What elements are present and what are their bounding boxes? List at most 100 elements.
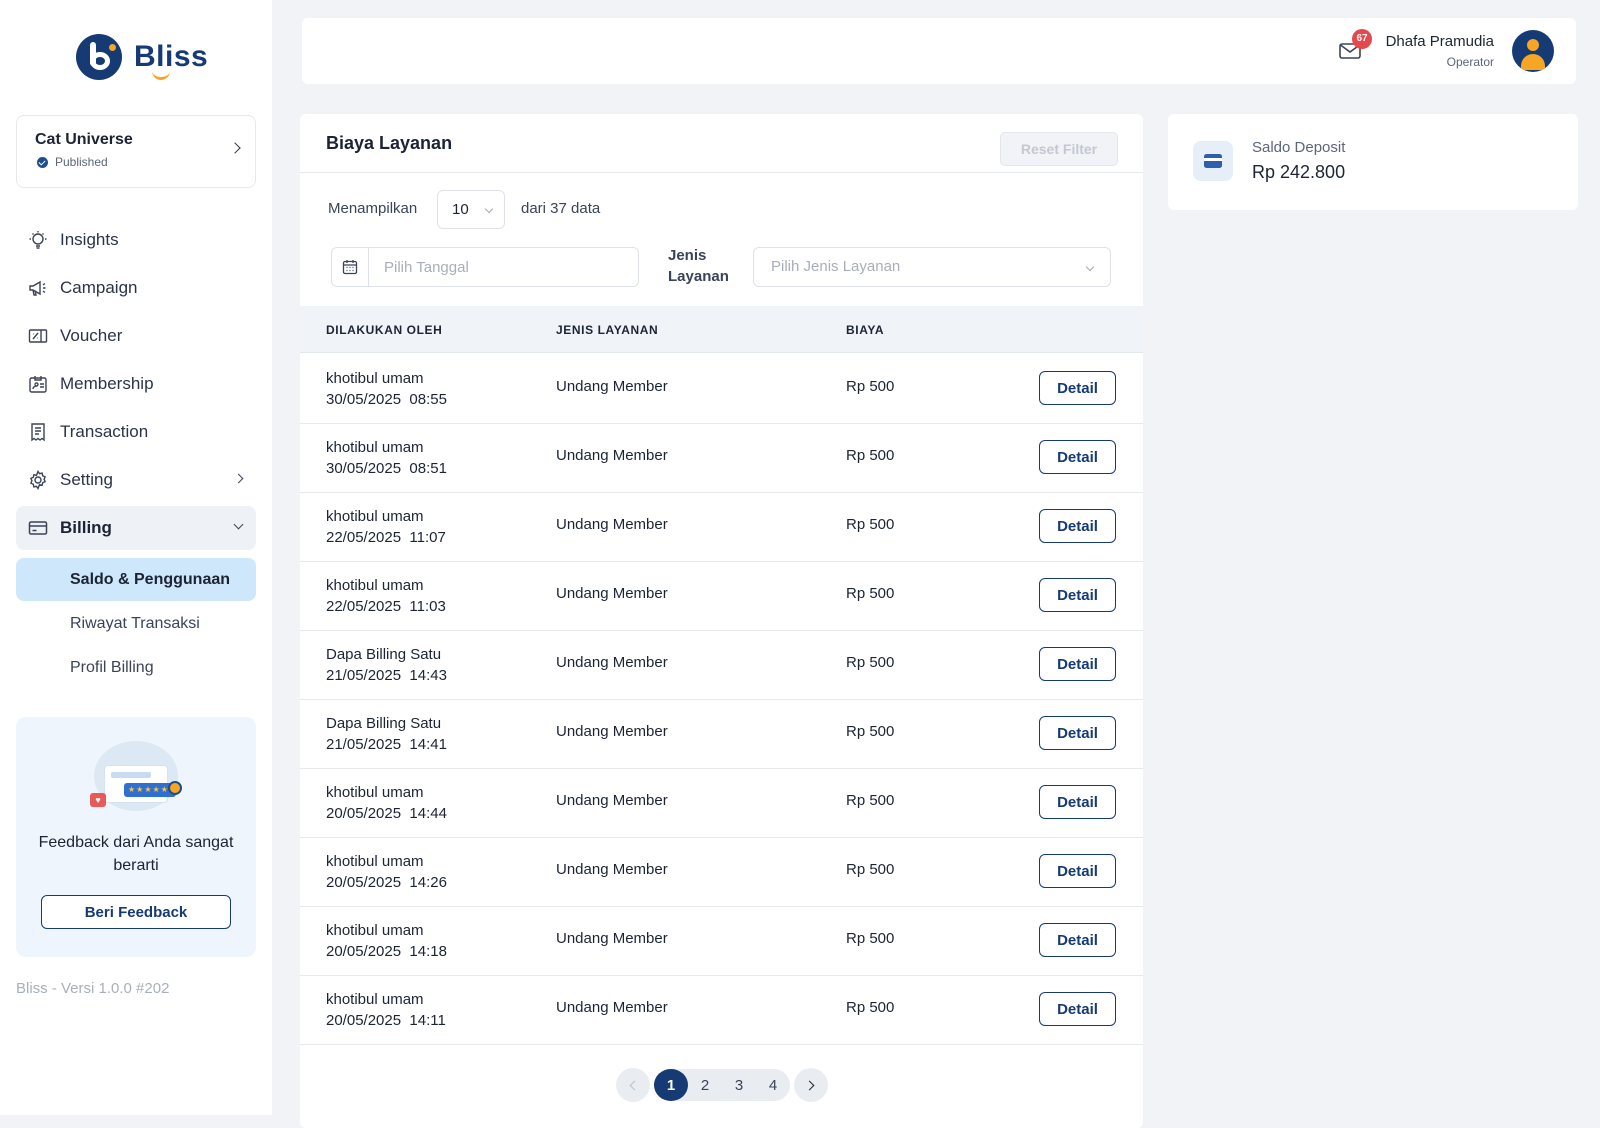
chevron-down-icon <box>1085 262 1095 272</box>
detail-button[interactable]: Detail <box>1039 509 1116 543</box>
sidebar-item-billing[interactable]: Billing <box>16 506 256 550</box>
detail-button[interactable]: Detail <box>1039 440 1116 474</box>
detail-button[interactable]: Detail <box>1039 716 1116 750</box>
performed-at-datetime: 20/05/2025 14:18 <box>326 943 447 960</box>
sidebar-item-campaign[interactable]: Campaign <box>16 266 256 310</box>
performed-by-cell: khotibul umam 22/05/2025 11:07 <box>326 506 446 548</box>
page-button-1[interactable]: 1 <box>654 1069 688 1101</box>
sidebar-subitem-riwayat-transaksi[interactable]: Riwayat Transaksi <box>16 602 256 645</box>
performed-by-name: Dapa Billing Satu <box>326 646 442 663</box>
give-feedback-button[interactable]: Beri Feedback <box>41 895 231 929</box>
date-input[interactable] <box>370 248 636 286</box>
performed-at-datetime: 22/05/2025 11:03 <box>326 598 446 615</box>
sidebar-item-membership[interactable]: Membership <box>16 362 256 406</box>
table-row: khotibul umam 30/05/2025 08:51 Undang Memb… <box>300 423 1143 493</box>
page-button-3[interactable]: 3 <box>722 1069 756 1101</box>
table-row: khotibul umam 20/05/2025 14:11 Undang Memb… <box>300 975 1143 1045</box>
chevron-right-icon <box>233 473 244 484</box>
page-numbers: 1 2 3 4 <box>654 1069 790 1101</box>
deposit-balance-card: Saldo Deposit Rp 242.800 <box>1168 114 1578 210</box>
sidebar-item-label: Billing <box>60 518 112 537</box>
sidebar-item-insights[interactable]: Insights <box>16 218 256 262</box>
service-type-cell: Undang Member <box>556 654 668 671</box>
sidebar-subitem-profil-billing[interactable]: Profil Billing <box>16 646 256 689</box>
receipt-icon <box>28 422 48 442</box>
page-button-4[interactable]: 4 <box>756 1069 790 1101</box>
service-type-cell: Undang Member <box>556 792 668 809</box>
page-button-2[interactable]: 2 <box>688 1069 722 1101</box>
sidebar-subitem-saldo-penggunaan[interactable]: Saldo & Penggunaan <box>16 558 256 601</box>
detail-button[interactable]: Detail <box>1039 371 1116 405</box>
performed-by-cell: khotibul umam 22/05/2025 11:03 <box>326 575 446 617</box>
service-type-select[interactable]: Pilih Jenis Layanan <box>753 247 1111 287</box>
top-bar: 67 Dhafa Pramudia Operator <box>302 18 1576 84</box>
bliss-logo-icon <box>76 34 122 80</box>
performed-by-name: Dapa Billing Satu <box>326 715 442 732</box>
date-filter[interactable] <box>331 247 639 287</box>
cost-cell: Rp 500 <box>846 930 895 947</box>
show-label: Menampilkan <box>328 200 418 217</box>
sidebar-item-setting[interactable]: Setting <box>16 458 256 502</box>
detail-button[interactable]: Detail <box>1039 854 1116 888</box>
reset-filter-button[interactable]: Reset Filter <box>1000 132 1118 166</box>
table-row: khotibul umam 20/05/2025 14:26 Undang Memb… <box>300 837 1143 907</box>
sidebar: Bliss Cat Universe Published Insights Ca… <box>0 0 272 1115</box>
detail-button[interactable]: Detail <box>1039 992 1116 1026</box>
user-name: Dhafa Pramudia <box>1385 33 1494 50</box>
bliss-logo[interactable]: Bliss <box>76 34 208 80</box>
performed-by-cell: khotibul umam 20/05/2025 14:26 <box>326 851 447 893</box>
cost-cell: Rp 500 <box>846 516 895 533</box>
workspace-switcher[interactable]: Cat Universe Published <box>16 115 256 188</box>
column-header-performed-by: DILAKUKAN OLEH <box>326 323 443 337</box>
column-header-cost: BIAYA <box>846 323 885 337</box>
sidebar-item-voucher[interactable]: Voucher <box>16 314 256 358</box>
service-type-cell: Undang Member <box>556 447 668 464</box>
performed-at-datetime: 20/05/2025 14:26 <box>326 874 447 891</box>
service-type-cell: Undang Member <box>556 999 668 1016</box>
total-data-label: dari 37 data <box>521 200 601 217</box>
deposit-label: Saldo Deposit <box>1252 139 1346 156</box>
app-version: Bliss - Versi 1.0.0 #202 <box>16 980 170 997</box>
cost-cell: Rp 500 <box>846 792 895 809</box>
detail-button[interactable]: Detail <box>1039 578 1116 612</box>
table-row: Dapa Billing Satu 21/05/2025 14:43 Undang … <box>300 630 1143 700</box>
page-size-select[interactable]: 10 <box>437 190 505 229</box>
logo-text: Bliss <box>134 40 209 80</box>
cost-cell: Rp 500 <box>846 999 895 1016</box>
detail-button[interactable]: Detail <box>1039 923 1116 957</box>
table-row: khotibul umam 20/05/2025 14:44 Undang Memb… <box>300 768 1143 838</box>
table-row: khotibul umam 22/05/2025 11:03 Undang Memb… <box>300 561 1143 631</box>
voucher-icon <box>28 326 48 346</box>
prev-page-button[interactable] <box>616 1068 650 1102</box>
cost-cell: Rp 500 <box>846 723 895 740</box>
calendar-icon[interactable] <box>332 248 369 286</box>
detail-button[interactable]: Detail <box>1039 785 1116 819</box>
performed-by-name: khotibul umam <box>326 853 424 870</box>
performed-by-cell: khotibul umam 30/05/2025 08:51 <box>326 437 447 479</box>
chevron-right-icon <box>804 1080 815 1090</box>
feedback-card: ★★★★★ ♥ Feedback dari Anda sangat berart… <box>16 717 256 957</box>
performed-at-datetime: 30/05/2025 08:55 <box>326 391 447 408</box>
pagination: 1 2 3 4 <box>616 1068 828 1102</box>
performed-by-name: khotibul umam <box>326 784 424 801</box>
performed-by-cell: Dapa Billing Satu 21/05/2025 14:41 <box>326 713 447 755</box>
feedback-text: Feedback dari Anda sangat berarti <box>38 834 234 874</box>
detail-button[interactable]: Detail <box>1039 647 1116 681</box>
performed-by-cell: khotibul umam 20/05/2025 14:11 <box>326 989 446 1031</box>
service-type-cell: Undang Member <box>556 723 668 740</box>
table-row: Dapa Billing Satu 21/05/2025 14:41 Undang … <box>300 699 1143 769</box>
avatar[interactable] <box>1512 30 1554 72</box>
page-size-value: 10 <box>452 201 469 218</box>
cost-cell: Rp 500 <box>846 447 895 464</box>
sidebar-item-transaction[interactable]: Transaction <box>16 410 256 454</box>
table-row: khotibul umam 30/05/2025 08:55 Undang Memb… <box>300 354 1143 424</box>
cost-cell: Rp 500 <box>846 861 895 878</box>
performed-at-datetime: 22/05/2025 11:07 <box>326 529 446 546</box>
next-page-button[interactable] <box>794 1068 828 1102</box>
performed-by-name: khotibul umam <box>326 922 424 939</box>
workspace-status-label: Published <box>55 155 108 169</box>
sidebar-item-label: Setting <box>60 470 113 489</box>
wallet-icon <box>1193 141 1233 181</box>
service-type-cell: Undang Member <box>556 861 668 878</box>
performed-by-cell: khotibul umam 30/05/2025 08:55 <box>326 368 447 410</box>
